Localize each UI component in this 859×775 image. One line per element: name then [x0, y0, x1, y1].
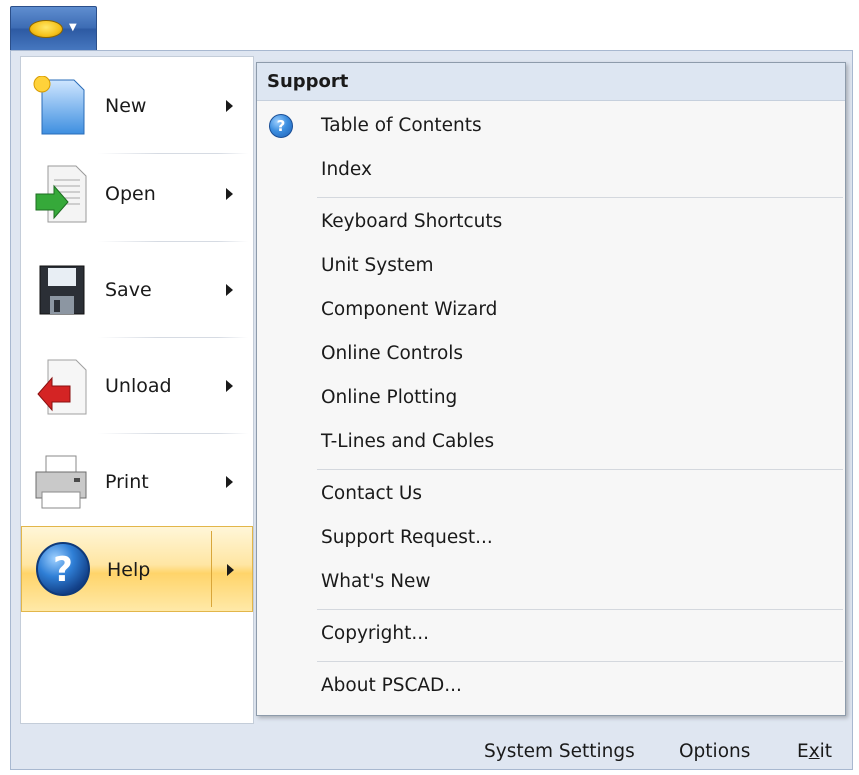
floppy-disk-icon	[39, 265, 85, 315]
divider	[317, 197, 843, 198]
divider	[317, 661, 843, 662]
menu-item-save[interactable]: Save	[20, 242, 252, 338]
chevron-down-icon: ▼	[69, 22, 77, 33]
help-circle-icon: ?	[269, 114, 293, 138]
submenu-item-about-pscad[interactable]: About PSCAD...	[257, 664, 845, 708]
pscad-logo-icon	[29, 20, 63, 38]
open-document-icon	[35, 165, 87, 223]
submenu-item-unit-system[interactable]: Unit System	[257, 244, 845, 288]
submenu-item-table-of-contents[interactable]: ? Table of Contents	[257, 104, 845, 148]
submenu-arrow-icon	[226, 476, 233, 488]
menu-footer: System Settings Options Exit	[10, 730, 853, 770]
submenu-arrow-icon	[226, 100, 233, 112]
menu-item-label: Unload	[105, 375, 172, 397]
submenu-item-whats-new[interactable]: What's New	[257, 560, 845, 604]
menu-item-label: Open	[105, 183, 156, 205]
submenu-arrow-icon	[226, 380, 233, 392]
submenu-item-online-controls[interactable]: Online Controls	[257, 332, 845, 376]
help-submenu: Support ? Table of Contents Index Keyboa…	[256, 62, 846, 716]
divider	[317, 469, 843, 470]
menu-item-label: Save	[105, 279, 152, 301]
submenu-arrow-icon	[226, 284, 233, 296]
new-document-icon	[33, 76, 85, 135]
submenu-item-t-lines-and-cables[interactable]: T-Lines and Cables	[257, 420, 845, 464]
submenu-arrow-icon	[226, 188, 233, 200]
menu-item-open[interactable]: Open	[20, 146, 252, 242]
unload-document-icon	[37, 359, 87, 415]
menu-item-help[interactable]: ? Help	[21, 526, 253, 612]
menu-item-print[interactable]: Print	[20, 434, 252, 530]
application-menu-button[interactable]: ▼	[10, 6, 97, 50]
menu-item-label: Print	[105, 471, 149, 493]
submenu-item-contact-us[interactable]: Contact Us	[257, 472, 845, 516]
menu-item-label: Help	[107, 559, 151, 581]
submenu-item-index[interactable]: Index	[257, 148, 845, 192]
submenu-item-support-request[interactable]: Support Request...	[257, 516, 845, 560]
exit-button[interactable]: Exit	[797, 730, 832, 770]
options-button[interactable]: Options	[679, 730, 750, 770]
submenu-item-online-plotting[interactable]: Online Plotting	[257, 376, 845, 420]
submenu-item-component-wizard[interactable]: Component Wizard	[257, 288, 845, 332]
system-settings-button[interactable]: System Settings	[484, 730, 635, 770]
menu-item-label: New	[105, 95, 147, 117]
submenu-item-copyright[interactable]: Copyright...	[257, 612, 845, 656]
menu-item-new[interactable]: New	[20, 58, 252, 154]
svg-text:?: ?	[53, 550, 73, 590]
help-icon: ?	[36, 542, 90, 596]
submenu-arrow-icon	[227, 564, 234, 576]
submenu-item-keyboard-shortcuts[interactable]: Keyboard Shortcuts	[257, 200, 845, 244]
printer-icon	[35, 455, 87, 509]
menu-item-unload[interactable]: Unload	[20, 338, 252, 434]
divider	[317, 609, 843, 610]
submenu-header: Support	[257, 63, 845, 101]
